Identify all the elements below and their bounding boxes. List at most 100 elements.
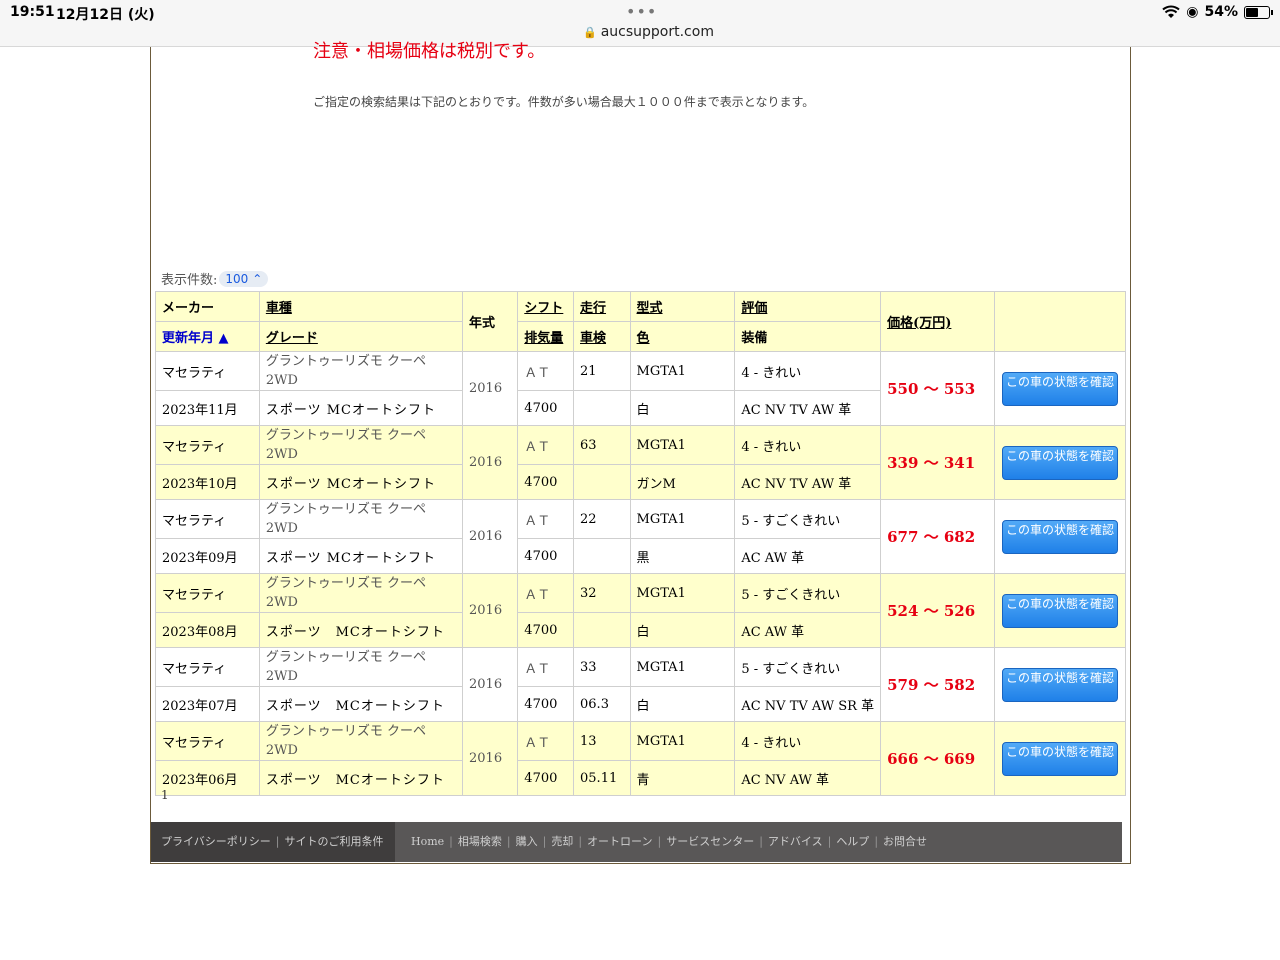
- battery-percent: 54%: [1204, 4, 1238, 20]
- nav-separator: |: [827, 835, 832, 848]
- inspection-cell: 05.11: [573, 760, 631, 796]
- type-cell: MGTA1: [629, 647, 736, 687]
- view-condition-button[interactable]: この車の状態を確認: [1002, 667, 1119, 702]
- results-table: メーカー 車種 年式 シフト 走行 型式 評価 価格(万円) 更新年月 ▲ グレ…: [155, 291, 1126, 796]
- shift-cell: ＡＴ: [517, 721, 575, 761]
- nav-separator: |: [542, 835, 547, 848]
- button-cell: この車の状態を確認: [994, 647, 1126, 722]
- color-cell: 白: [629, 686, 736, 722]
- privacy-policy-link[interactable]: プライバシーポリシー: [161, 835, 271, 848]
- footer-nav-link[interactable]: サービスセンター: [666, 835, 754, 848]
- result-description: ご指定の検索結果は下記のとおりです。件数が多い場合最大１０００件まで表示となりま…: [313, 95, 815, 109]
- more-dots-icon[interactable]: •••: [626, 2, 657, 21]
- footer-nav-link[interactable]: ヘルプ: [836, 835, 869, 848]
- view-condition-button[interactable]: この車の状態を確認: [1002, 445, 1119, 480]
- footer-nav-link[interactable]: 相場検索: [458, 835, 502, 848]
- view-condition-button[interactable]: この車の状態を確認: [1002, 593, 1119, 628]
- rating-cell: 4 - きれい: [734, 721, 882, 761]
- table-row: マセラティ グラントゥーリズモ クーペ 2WD 2016 ＡＴ 22 MGTA1 5 - す…: [155, 499, 1126, 574]
- displacement-cell: 4700: [517, 390, 575, 426]
- sort-color-link[interactable]: 色: [637, 331, 650, 346]
- maker-cell: マセラティ: [155, 573, 260, 613]
- inspection-cell: [573, 612, 631, 648]
- color-cell: 白: [629, 390, 736, 426]
- equipment-cell: AC NV AW 革: [734, 760, 882, 796]
- inspection-cell: 06.3: [573, 686, 631, 722]
- button-cell: この車の状態を確認: [994, 721, 1126, 796]
- footer-nav-link[interactable]: アドバイス: [768, 835, 823, 848]
- mileage-cell: 22: [573, 499, 631, 539]
- updated-cell: 2023年10月: [155, 464, 260, 500]
- equipment-cell: AC NV TV AW SR 革: [734, 686, 882, 722]
- view-condition-button[interactable]: この車の状態を確認: [1002, 741, 1119, 776]
- inspection-cell: [573, 538, 631, 574]
- per-page-select[interactable]: 100 ⌃: [219, 270, 269, 287]
- year-cell: 2016: [461, 721, 519, 796]
- footer-nav-link[interactable]: Home: [411, 835, 444, 848]
- nav-separator: |: [759, 835, 763, 848]
- button-cell: この車の状態を確認: [994, 499, 1126, 574]
- footer-nav-link[interactable]: 購入: [516, 835, 538, 848]
- lock-icon: 🔒: [583, 26, 597, 39]
- maker-cell: マセラティ: [155, 425, 260, 465]
- sort-inspection-link[interactable]: 車検: [580, 331, 606, 346]
- maker-cell: マセラティ: [155, 647, 260, 687]
- url-text: aucsupport.com: [600, 24, 714, 40]
- wifi-icon: [1162, 5, 1180, 18]
- type-cell: MGTA1: [629, 721, 736, 761]
- view-condition-button[interactable]: この車の状態を確認: [1002, 519, 1119, 554]
- mileage-cell: 21: [573, 351, 631, 391]
- pagination-page-1[interactable]: 1: [161, 788, 169, 802]
- sort-updated-link[interactable]: 更新年月 ▲: [162, 331, 229, 346]
- view-condition-button[interactable]: この車の状態を確認: [1002, 371, 1119, 406]
- nav-separator: |: [506, 835, 511, 848]
- model-cell: グラントゥーリズモ クーペ 2WD: [258, 351, 464, 391]
- updated-cell: 2023年09月: [155, 538, 260, 574]
- sort-mileage-link[interactable]: 走行: [580, 301, 606, 316]
- sort-displacement-link[interactable]: 排気量: [524, 331, 563, 346]
- equipment-cell: AC NV TV AW 革: [734, 464, 882, 500]
- type-cell: MGTA1: [629, 499, 736, 539]
- equipment-cell: AC NV TV AW 革: [734, 390, 882, 426]
- inspection-cell: [573, 464, 631, 500]
- table-row: マセラティ グラントゥーリズモ クーペ 2WD 2016 ＡＴ 33 MGTA1 5 - す…: [155, 647, 1126, 722]
- header-year: 年式: [461, 291, 519, 352]
- shift-cell: ＡＴ: [517, 647, 575, 687]
- grade-cell: スポーツ MCオートシフト: [258, 390, 464, 426]
- shift-cell: ＡＴ: [517, 425, 575, 465]
- model-cell: グラントゥーリズモ クーペ 2WD: [258, 499, 464, 539]
- maker-cell: マセラティ: [155, 721, 260, 761]
- color-cell: 青: [629, 760, 736, 796]
- color-cell: 白: [629, 612, 736, 648]
- terms-link[interactable]: サイトのご利用条件: [285, 835, 384, 848]
- sort-model-link[interactable]: 車種: [266, 301, 292, 316]
- price-cell: 524 〜 526: [880, 573, 996, 648]
- address-bar[interactable]: 🔒 aucsupport.com: [583, 24, 714, 40]
- footer-nav: Home | 相場検索 | 購入 | 売却 | オートローン | サービスセンター | アドバイス | ヘル…: [411, 822, 927, 862]
- equipment-cell: AC AW 革: [734, 538, 882, 574]
- sort-type-link[interactable]: 型式: [637, 301, 663, 316]
- mileage-cell: 13: [573, 721, 631, 761]
- tax-notice: 注意・相場価格は税別です。: [313, 41, 546, 62]
- updated-cell: 2023年06月: [155, 760, 260, 796]
- year-cell: 2016: [461, 425, 519, 500]
- shift-cell: ＡＴ: [517, 351, 575, 391]
- rating-cell: 4 - きれい: [734, 425, 882, 465]
- footer-nav-link[interactable]: 売却: [551, 835, 573, 848]
- year-cell: 2016: [461, 499, 519, 574]
- model-cell: グラントゥーリズモ クーペ 2WD: [258, 425, 464, 465]
- battery-icon: [1244, 5, 1273, 19]
- footer-nav-link[interactable]: お問合せ: [883, 835, 927, 848]
- sort-shift-link[interactable]: シフト: [524, 301, 563, 316]
- rating-cell: 5 - すごくきれい: [734, 647, 882, 687]
- type-cell: MGTA1: [629, 573, 736, 613]
- shift-cell: ＡＴ: [517, 573, 575, 613]
- footer-nav-link[interactable]: オートローン: [587, 835, 652, 848]
- sort-grade-link[interactable]: グレード: [266, 331, 318, 346]
- page-frame: 注意・相場価格は税別です。 ご指定の検索結果は下記のとおりです。件数が多い場合最…: [150, 41, 1131, 864]
- inspection-cell: [573, 390, 631, 426]
- sort-price-link[interactable]: 価格(万円): [887, 316, 951, 331]
- updated-cell: 2023年08月: [155, 612, 260, 648]
- color-cell: 黒: [629, 538, 736, 574]
- sort-rating-link[interactable]: 評価: [741, 301, 767, 316]
